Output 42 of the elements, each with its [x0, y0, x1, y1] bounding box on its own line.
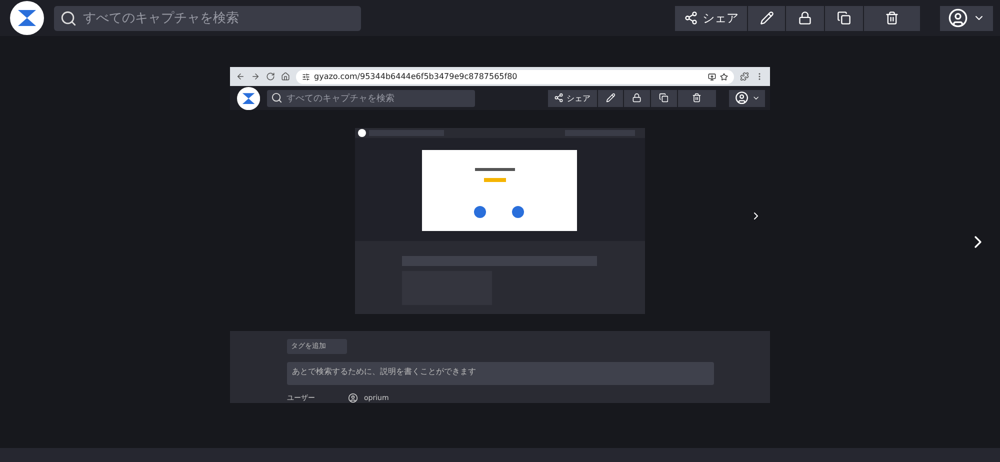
logo-icon[interactable] [236, 86, 260, 110]
search-icon [60, 10, 77, 26]
search-field[interactable]: すべてのキャプチャを検索 [54, 6, 361, 30]
share-button[interactable]: シェア [548, 90, 597, 107]
share-button[interactable]: シェア [675, 6, 747, 30]
pencil-icon [606, 93, 616, 103]
user-icon [948, 8, 968, 28]
avatar-icon [348, 393, 358, 403]
duplicate-button[interactable] [650, 90, 677, 107]
address-bar[interactable]: gyazo.com/95344b6444e6f5b3479e9c8787565f80 [296, 70, 734, 84]
pencil-icon [760, 11, 774, 25]
delete-button[interactable] [678, 90, 716, 107]
copy-icon [658, 93, 668, 103]
delete-button[interactable] [864, 6, 920, 30]
logo-icon[interactable] [10, 1, 44, 35]
trash-icon [692, 93, 702, 103]
monitor-icon [708, 72, 716, 80]
search-field[interactable]: すべてのキャプチャを検索 [266, 90, 476, 107]
lock-icon [798, 11, 812, 25]
duplicate-button[interactable] [825, 6, 863, 30]
share-icon [554, 93, 564, 103]
edit-button[interactable] [748, 6, 785, 30]
home-icon [281, 72, 290, 81]
reload-icon [266, 72, 275, 81]
copy-icon [837, 11, 851, 25]
edit-button[interactable] [598, 90, 623, 107]
lock-button[interactable] [786, 6, 824, 30]
forward-icon [251, 72, 260, 81]
star-icon [720, 72, 728, 80]
user-icon [734, 91, 748, 106]
account-button[interactable] [729, 90, 766, 107]
sliders-icon [302, 72, 310, 80]
caret-icon [752, 94, 760, 102]
description-field[interactable]: あとで検索するために、説明を書くことができます [287, 362, 714, 385]
share-icon [684, 11, 698, 25]
trash-icon [885, 11, 899, 25]
account-button[interactable] [940, 6, 993, 30]
back-icon [236, 72, 245, 81]
search-icon [270, 92, 282, 104]
lock-icon [632, 93, 642, 103]
lock-button[interactable] [624, 90, 650, 107]
puzzle-icon [740, 72, 749, 81]
